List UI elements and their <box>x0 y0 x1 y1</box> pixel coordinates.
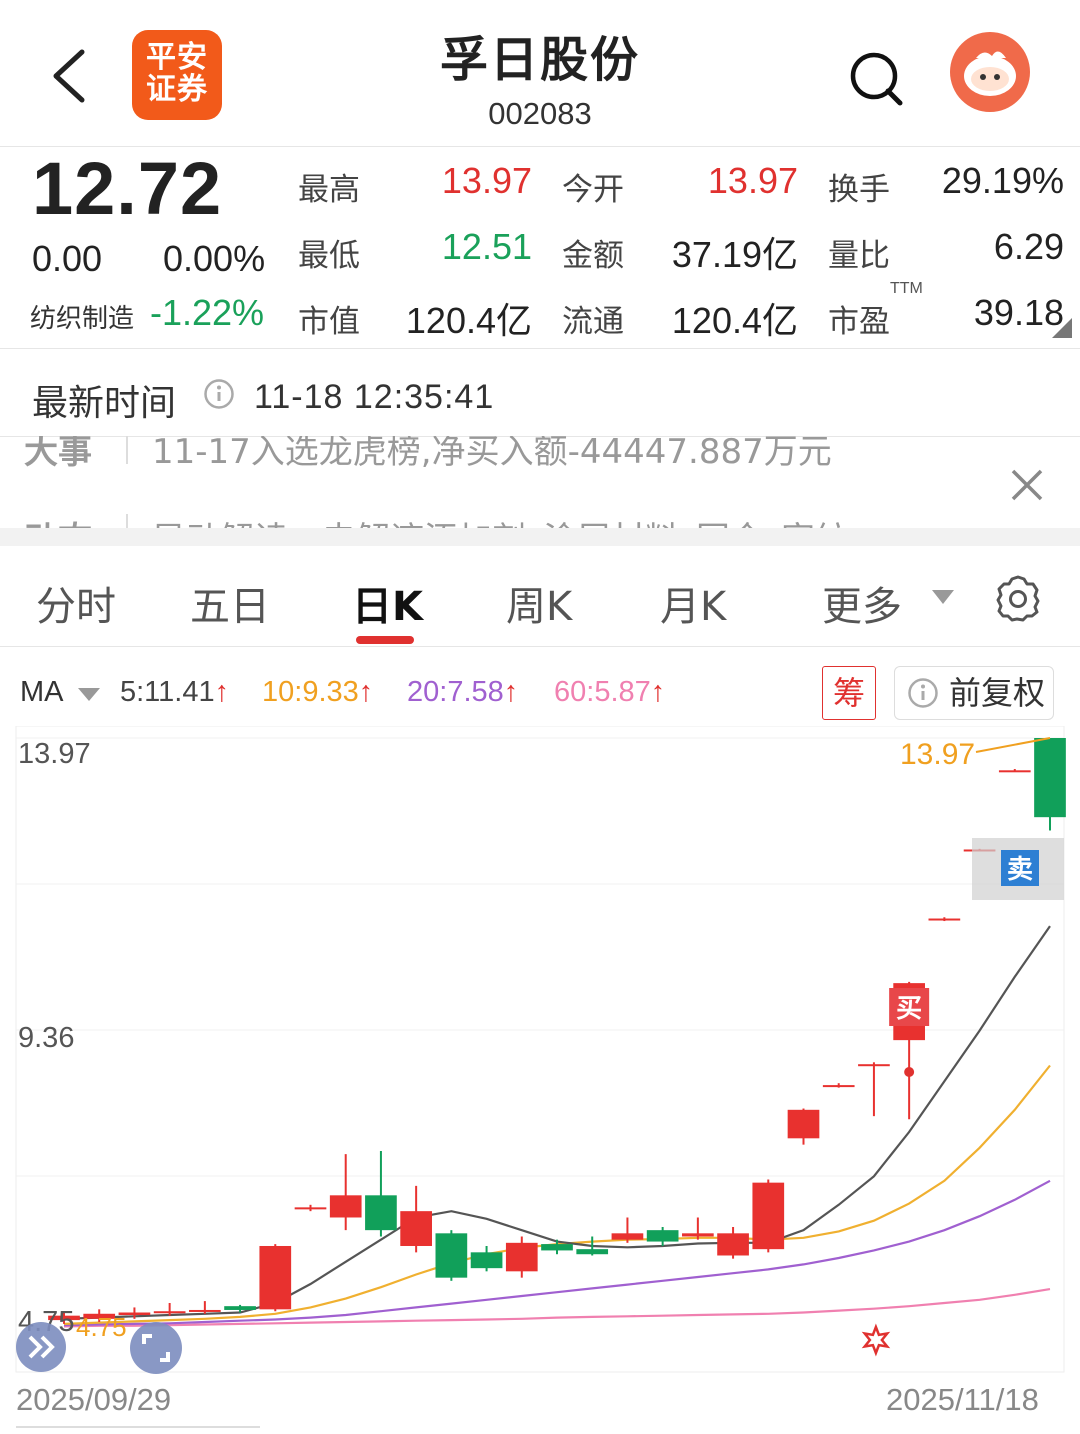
candle-body <box>329 1195 362 1218</box>
turnover-label: 换手 <box>828 172 890 208</box>
high-value: 13.97 <box>441 160 532 201</box>
candle-body <box>224 1306 256 1310</box>
candle-body <box>787 1109 820 1139</box>
candle-body <box>435 1233 468 1278</box>
tab-weekly-k[interactable]: 周K <box>506 574 572 632</box>
pe-value: 39.18 <box>973 292 1064 333</box>
ma10-value: 10:9.33↑ <box>262 676 374 708</box>
tab-intraday[interactable]: 分时 <box>36 574 116 632</box>
tab-more[interactable]: 更多 <box>822 574 902 632</box>
update-time-value: 11-18 12:35:41 <box>254 378 495 416</box>
price-change: 0.00 <box>32 238 103 279</box>
candle-body <box>611 1233 644 1240</box>
ma60-value: 60:5.87↑ <box>554 676 666 708</box>
low-label: 最低 <box>298 238 360 274</box>
amount-label: 金额 <box>562 238 624 274</box>
buy-marker-label: 买 <box>896 994 922 1024</box>
tab-five-day[interactable]: 五日 <box>190 574 270 632</box>
candle-body <box>717 1233 749 1256</box>
double-chevron-icon <box>28 1335 55 1359</box>
expand-chart-button[interactable] <box>16 1322 66 1372</box>
ma20-value: 20:7.58↑ <box>407 676 519 708</box>
candle-body <box>1034 738 1066 818</box>
stock-code: 002083 <box>488 96 592 131</box>
update-time-label: 最新时间 <box>32 383 177 424</box>
x-axis-start-date: 2025/09/29 <box>16 1382 172 1417</box>
candle-body <box>682 1233 714 1237</box>
last-price: 12.72 <box>32 147 223 230</box>
candle-body <box>646 1230 679 1242</box>
candle-body <box>752 1182 785 1250</box>
ticker-row1-label: 大事 <box>24 436 92 472</box>
candle-body <box>822 1085 855 1088</box>
open-value: 13.97 <box>707 160 798 201</box>
candle-body <box>928 918 961 921</box>
candle-body <box>858 1064 890 1067</box>
sector-name[interactable]: 纺织制造 <box>30 298 134 335</box>
amount-value: 37.19亿 <box>671 234 798 275</box>
active-tab-indicator <box>356 636 414 644</box>
pe-label: 市盈 <box>828 304 890 340</box>
search-icon[interactable] <box>848 50 904 106</box>
high-label: 最高 <box>298 172 360 208</box>
fullscreen-icon <box>142 1334 170 1362</box>
info-icon <box>908 678 938 708</box>
candle-body <box>470 1252 503 1269</box>
fullscreen-button[interactable] <box>130 1322 182 1374</box>
candle-body <box>998 770 1031 773</box>
sector-change: -1.22% <box>150 292 265 333</box>
expand-corner-icon[interactable] <box>1052 318 1072 338</box>
price-change-pct: 0.00% <box>163 238 266 279</box>
candle-body <box>505 1242 538 1272</box>
ma10-line <box>63 1064 1051 1325</box>
turnover-value: 29.19% <box>941 160 1064 201</box>
sell-marker-label: 卖 <box>1007 855 1033 885</box>
candle-body <box>400 1211 432 1246</box>
candle-body <box>541 1244 573 1251</box>
news-ticker[interactable]: 大事 11-17入选龙虎榜,净买入额-44447.887万元 动态 异动解读：电… <box>0 436 1080 528</box>
float-cap-label: 流通 <box>562 304 624 340</box>
low-value: 12.51 <box>441 226 532 267</box>
more-dropdown-icon[interactable] <box>930 588 956 606</box>
min-price-label: 4.75 <box>76 1312 127 1342</box>
max-price-label: 13.97 <box>900 738 975 771</box>
candle-body <box>259 1245 292 1310</box>
open-label: 今开 <box>562 172 624 208</box>
float-cap-value: 120.4亿 <box>671 300 798 341</box>
y-axis-label-top: 13.97 <box>18 738 91 770</box>
ticker-row1-text: 11-17入选龙虎榜,净买入额-44447.887万元 <box>152 436 832 472</box>
kline-chart[interactable]: 13.97 4.75 卖买 <box>0 726 1080 1386</box>
tab-monthly-k[interactable]: 月K <box>660 574 726 632</box>
candle-body <box>576 1249 609 1255</box>
candle-body <box>153 1311 186 1314</box>
x-axis-end-date: 2025/11/18 <box>886 1382 1039 1417</box>
chart-frame <box>15 726 1065 1373</box>
close-icon[interactable] <box>1010 468 1044 502</box>
candle-body <box>365 1195 397 1231</box>
market-cap-value: 120.4亿 <box>405 300 532 341</box>
ma5-value: 5:11.41↑ <box>120 676 230 708</box>
ticker-row2-label: 动态 <box>24 512 92 528</box>
market-cap-label: 市值 <box>298 304 360 340</box>
adjust-mode-button[interactable]: 前复权 <box>894 666 1054 720</box>
ma-dropdown-icon[interactable] <box>76 686 102 702</box>
event-star-icon <box>861 1323 891 1357</box>
candle-body <box>189 1309 221 1312</box>
ma-label[interactable]: MA <box>20 676 64 709</box>
ticker-row2-text: 异动解读：电解液添加剂_涂层材料_国企_家纺 <box>152 512 849 528</box>
volume-ratio-value: 6.29 <box>993 226 1064 267</box>
candle-body <box>294 1207 327 1210</box>
chip-distribution-button[interactable]: 筹 <box>822 666 876 720</box>
assistant-avatar-icon[interactable] <box>950 32 1030 112</box>
volume-ratio-label: 量比 <box>828 238 890 274</box>
y-axis-label-mid: 9.36 <box>18 1022 75 1054</box>
tab-daily-k[interactable]: 日K <box>352 574 423 632</box>
stock-name: 孚日股份 <box>439 32 640 88</box>
info-icon[interactable] <box>203 378 235 410</box>
settings-gear-icon[interactable] <box>994 574 1042 622</box>
buy-point-dot <box>904 1067 915 1077</box>
